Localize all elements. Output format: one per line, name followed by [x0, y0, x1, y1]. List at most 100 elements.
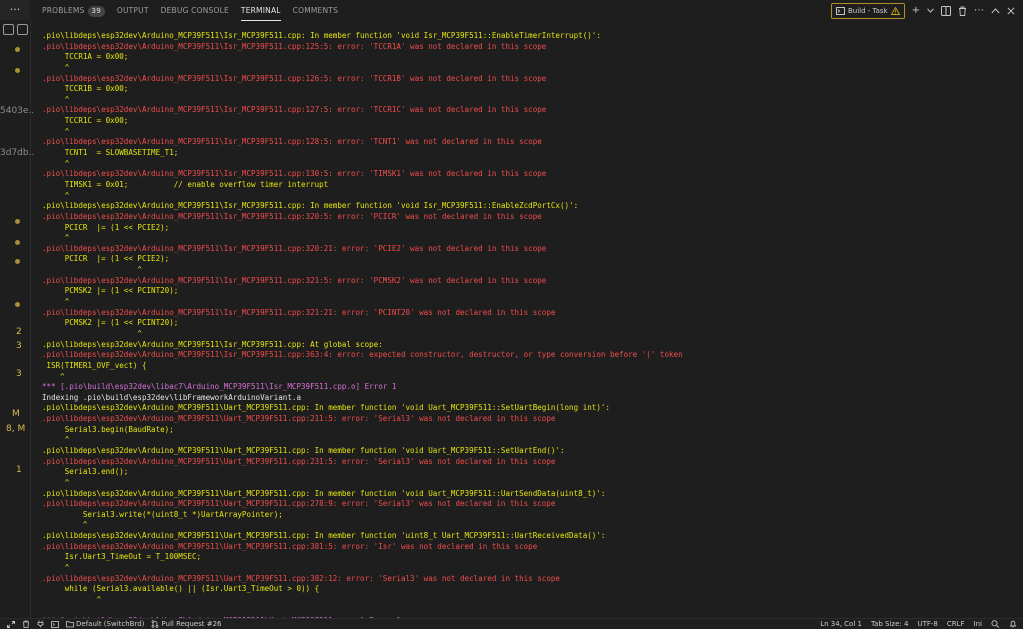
- terminal-line: ^: [42, 563, 70, 573]
- terminal-output[interactable]: .pio\libdeps\esp32dev\Arduino_MCP39F511\…: [42, 31, 1023, 621]
- modified-marker: M: [12, 409, 20, 419]
- folder-icon: [66, 621, 74, 628]
- close-icon[interactable]: [1007, 6, 1015, 15]
- trash-icon[interactable]: [958, 6, 967, 16]
- terminal-line: PCICR |= (1 << PCIE2);: [42, 222, 170, 232]
- project-environment-label: Default (SwitchBrd): [76, 620, 145, 628]
- pull-request-icon: [152, 620, 159, 628]
- terminal-line: .pio\libdeps\esp32dev\Arduino_MCP39F511\…: [42, 339, 383, 349]
- feedback-icon[interactable]: [991, 620, 1000, 628]
- split-terminal-icon[interactable]: [941, 5, 951, 16]
- commit-hash[interactable]: 5403e...: [0, 106, 34, 116]
- terminal-line: .pio\libdeps\esp32dev\Arduino_MCP39F511\…: [42, 531, 606, 541]
- pull-request-item[interactable]: Pull Request #26: [151, 620, 222, 628]
- collapse-icon[interactable]: [16, 23, 28, 35]
- change-dot-icon: [15, 259, 20, 264]
- terminal-line: Serial3.end();: [42, 467, 129, 477]
- status-bar-left: [22, 620, 30, 628]
- terminal-line: .pio\libdeps\esp32dev\Arduino_MCP39F511\…: [42, 275, 547, 285]
- refresh-icon[interactable]: [2, 23, 14, 35]
- end-of-line[interactable]: CRLF: [947, 620, 965, 628]
- terminal-line: TCCR1B = 0x00;: [42, 84, 129, 94]
- terminal-line: .pio\libdeps\esp32dev\Arduino_MCP39F511\…: [42, 137, 542, 147]
- terminal-line: TCCR1C = 0x00;: [42, 116, 129, 126]
- terminal-line: ^: [42, 328, 142, 338]
- add-terminal-icon[interactable]: +: [912, 5, 920, 17]
- warning-icon: [890, 6, 900, 15]
- terminal-line: Indexing .pio\build\esp32dev\libFramewor…: [42, 392, 301, 402]
- task-label: Build - Task: [847, 6, 888, 15]
- terminal-line: .pio\libdeps\esp32dev\Arduino_MCP39F511\…: [42, 169, 547, 179]
- terminal-line: .pio\libdeps\esp32dev\Arduino_MCP39F511\…: [42, 499, 556, 509]
- gutter-toolbar: [0, 20, 30, 38]
- language-mode[interactable]: Ini: [974, 620, 982, 628]
- tab-output[interactable]: OUTPUT: [117, 0, 149, 21]
- problems-count-badge: 39: [87, 5, 105, 17]
- cursor-position[interactable]: Ln 34, Col 1: [820, 620, 862, 628]
- encoding[interactable]: UTF-8: [917, 620, 937, 628]
- remote-icon[interactable]: [7, 620, 15, 628]
- terminal-line: .pio\libdeps\esp32dev\Arduino_MCP39F511\…: [42, 573, 560, 583]
- notifications-icon[interactable]: [1009, 620, 1017, 628]
- terminal-line: ^: [42, 477, 70, 487]
- terminal-icon[interactable]: [51, 620, 59, 628]
- terminal-line: .pio\libdeps\esp32dev\Arduino_MCP39F511\…: [42, 201, 579, 211]
- pull-request-label: Pull Request #26: [161, 620, 222, 628]
- terminal-line: .pio\libdeps\esp32dev\Arduino_MCP39F511\…: [42, 456, 556, 466]
- tab-terminal[interactable]: TERMINAL: [240, 0, 281, 21]
- terminal-line: .pio\libdeps\esp32dev\Arduino_MCP39F511\…: [42, 73, 547, 83]
- change-dot-icon: [15, 240, 20, 245]
- plug-icon[interactable]: [37, 620, 44, 628]
- commit-hash[interactable]: 3d7db...: [0, 148, 34, 158]
- status-bar-left: [7, 620, 15, 628]
- status-bar-left: [51, 620, 59, 628]
- terminal-line: .pio\libdeps\esp32dev\Arduino_MCP39F511\…: [42, 31, 601, 40]
- terminal-line: .pio\libdeps\esp32dev\Arduino_MCP39F511\…: [42, 445, 565, 455]
- terminal-line: ^: [42, 520, 88, 530]
- terminal-line: .pio\libdeps\esp32dev\Arduino_MCP39F511\…: [42, 307, 556, 317]
- more-actions-button[interactable]: ···: [0, 0, 30, 20]
- terminal-line: Isr.Uart3_TimeOut = T_100MSEC;: [42, 552, 202, 562]
- terminal-line: ^: [42, 594, 102, 604]
- panel-tab-bar: PROBLEMS 39 OUTPUT DEBUG CONSOLE TERMINAL…: [30, 0, 1023, 21]
- terminal-line: TCNT1 = SLOWBASETIME_T1;: [42, 148, 179, 158]
- terminal-line: .pio\libdeps\esp32dev\Arduino_MCP39F511\…: [42, 243, 547, 253]
- terminal-line: ^: [42, 94, 70, 104]
- terminal-line: TCCR1A = 0x00;: [42, 52, 129, 62]
- terminal-line: .pio\libdeps\esp32dev\Arduino_MCP39F511\…: [42, 541, 538, 551]
- more-icon[interactable]: ⋯: [974, 5, 984, 17]
- terminal-line: .pio\libdeps\esp32dev\Arduino_MCP39F511\…: [42, 488, 606, 498]
- tab-comments[interactable]: COMMENTS: [293, 0, 338, 21]
- tab-size[interactable]: Tab Size: 4: [871, 620, 908, 628]
- terminal-line: ^: [42, 435, 70, 445]
- terminal-line: ^: [42, 233, 70, 243]
- tab-problems[interactable]: PROBLEMS 39: [42, 0, 105, 21]
- terminal-actions: Build - Task + ⋯: [830, 2, 1015, 19]
- terminal-line: ^: [42, 265, 142, 275]
- terminal-line: PCMSK2 |= (1 << PCINT20);: [42, 286, 179, 296]
- terminal-line: .pio\libdeps\esp32dev\Arduino_MCP39F511\…: [42, 414, 556, 424]
- tab-debug-console[interactable]: DEBUG CONSOLE: [161, 0, 229, 21]
- terminal-line: Serial3.write(*(uint8_t *)UartArrayPoint…: [42, 509, 283, 519]
- maximize-icon[interactable]: [991, 7, 1000, 14]
- status-bar-left: [37, 620, 44, 628]
- change-dot-icon: [15, 219, 20, 224]
- change-dot-icon: [15, 68, 20, 73]
- terminal-line: PCMSK2 |= (1 << PCINT20);: [42, 318, 179, 328]
- terminal-line: TIMSK1 = 0x01; // enable overflow timer …: [42, 179, 329, 189]
- terminal-line: .pio\libdeps\esp32dev\Arduino_MCP39F511\…: [42, 211, 542, 221]
- terminal-line: ^: [42, 158, 70, 168]
- build-task-selector[interactable]: Build - Task: [830, 2, 905, 19]
- terminal-line: .pio\libdeps\esp32dev\Arduino_MCP39F511\…: [42, 41, 547, 51]
- terminal-line: .pio\libdeps\esp32dev\Arduino_MCP39F511\…: [42, 403, 610, 413]
- change-dot-icon: [15, 302, 20, 307]
- project-environment-selector[interactable]: Default (SwitchBrd): [66, 620, 144, 628]
- trash-icon[interactable]: [22, 620, 30, 628]
- status-bar: Default (SwitchBrd) Pull Request #26 Ln …: [0, 618, 1023, 629]
- terminal-line: Serial3.begin(BaudRate);: [42, 424, 174, 434]
- terminal-line: .pio\libdeps\esp32dev\Arduino_MCP39F511\…: [42, 350, 683, 360]
- terminal-line: PCICR |= (1 << PCIE2);: [42, 254, 170, 264]
- terminal-line: *** [.pio\build\esp32dev\libac7\Arduino_…: [42, 382, 397, 392]
- chevron-down-icon[interactable]: [927, 8, 934, 13]
